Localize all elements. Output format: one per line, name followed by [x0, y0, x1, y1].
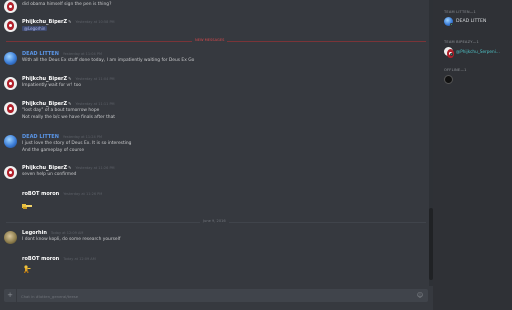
message-timestamp: Yesterday at 11:24 PM: [62, 135, 102, 139]
message-timestamp: Today at 12:09 AM: [63, 257, 96, 261]
message-text: With all the Deus Ex stuff done today, I…: [22, 58, 195, 63]
message-timestamp: Yesterday at 11:04 PM: [62, 52, 102, 56]
upload-plus-icon[interactable]: +: [4, 289, 17, 302]
user-avatar[interactable]: [4, 52, 17, 65]
emoji-picker-icon[interactable]: ☺: [416, 292, 424, 300]
message-author[interactable]: roBOT moron Yesterday at 11:26 PM: [22, 191, 102, 197]
user-mention[interactable]: @Legorhin: [22, 26, 48, 31]
author-name[interactable]: roBOT moron: [22, 191, 59, 197]
dancing-figure-icon: [24, 265, 31, 273]
author-name[interactable]: Phijkchu_BiperZ: [22, 101, 67, 107]
member-category: OFFLINE—1: [444, 68, 467, 72]
online-status-icon: [450, 23, 453, 26]
user-avatar[interactable]: [4, 0, 17, 13]
message-text: And the gameplay of course: [22, 148, 85, 153]
user-avatar[interactable]: [4, 231, 17, 244]
member-item[interactable]: @Phijkchu_Serpeni...: [444, 47, 510, 58]
message-text: Not really the b/c we have finals after …: [22, 115, 115, 120]
author-name[interactable]: Legorhin: [22, 230, 47, 236]
chat-panel: [0, 0, 430, 310]
author-name[interactable]: Phijkchu_BiperZ: [22, 165, 67, 171]
message-author[interactable]: Phijkchu_BiperZ✎ Yesterday at 10:58 PM: [22, 19, 115, 25]
message-timestamp: Yesterday at 11:26 PM: [75, 166, 115, 170]
message-author[interactable]: Phijkchu_BiperZ✎ Yesterday at 11:11 PM: [22, 101, 115, 107]
message-author[interactable]: Phijkchu_BiperZ✎ Yesterday at 11:04 PM: [22, 76, 115, 82]
pencil-icon: ✎: [68, 101, 72, 106]
message-text: did obama himself sign the pen is thing?: [22, 2, 112, 7]
pencil-icon: ✎: [68, 76, 72, 81]
message-text: "lost day" of a bout tomorrow hope: [22, 108, 100, 113]
author-name[interactable]: DEAD LITTEN: [22, 134, 59, 140]
message-input[interactable]: [21, 292, 401, 300]
new-messages-label: NEW MESSAGES: [192, 38, 228, 42]
message-text: Impatiently wait for vr! too: [22, 83, 82, 88]
member-category: TEAM LITTEN—1: [444, 10, 476, 14]
member-item[interactable]: [444, 75, 456, 85]
message-text: seven help un confirmed: [22, 172, 77, 177]
member-name: @Phijkchu_Serpeni...: [456, 49, 500, 54]
message-timestamp: Yesterday at 11:26 PM: [63, 192, 103, 196]
date-divider-label: June 9, 2016: [200, 219, 229, 223]
message-author[interactable]: roBOT moron Today at 12:09 AM: [22, 256, 96, 262]
member-avatar: [444, 75, 453, 84]
member-name: DEAD LITTEN: [456, 19, 487, 24]
pointing-hand-icon: [22, 204, 32, 209]
author-name[interactable]: roBOT moron: [22, 256, 59, 262]
user-avatar[interactable]: [4, 135, 17, 148]
message-timestamp: Yesterday at 10:58 PM: [75, 20, 115, 24]
online-status-icon: [450, 53, 453, 56]
message-author[interactable]: Phijkchu_BiperZ✎ Yesterday at 11:26 PM: [22, 165, 115, 171]
user-avatar[interactable]: [4, 166, 17, 179]
message-text: @Legorhin: [22, 26, 48, 32]
user-avatar[interactable]: [4, 77, 17, 90]
message-author[interactable]: DEAD LITTEN Yesterday at 11:24 PM: [22, 134, 102, 140]
message-timestamp: Today at 12:09 AM: [50, 231, 84, 235]
pencil-icon: ✎: [68, 19, 72, 24]
pencil-icon: ✎: [68, 165, 72, 170]
message-timestamp: Yesterday at 11:04 PM: [75, 77, 115, 81]
message-author[interactable]: DEAD LITTEN Yesterday at 11:04 PM: [22, 51, 102, 57]
user-avatar[interactable]: [4, 102, 17, 115]
author-name[interactable]: DEAD LITTEN: [22, 51, 59, 57]
author-name[interactable]: Phijkchu_BiperZ: [22, 76, 67, 82]
message-author[interactable]: Legorhin Today at 12:09 AM: [22, 230, 83, 236]
message-text: I dont know kopli, do some research your…: [22, 237, 121, 242]
member-item[interactable]: DEAD LITTEN: [444, 17, 510, 27]
author-name[interactable]: Phijkchu_BiperZ: [22, 19, 67, 25]
message-timestamp: Yesterday at 11:11 PM: [75, 102, 115, 106]
user-avatar[interactable]: [4, 19, 17, 32]
message-text: I just love the story of Deus Ex. It is …: [22, 141, 132, 146]
member-category: TEAM BIPEAZY—1: [444, 40, 479, 44]
